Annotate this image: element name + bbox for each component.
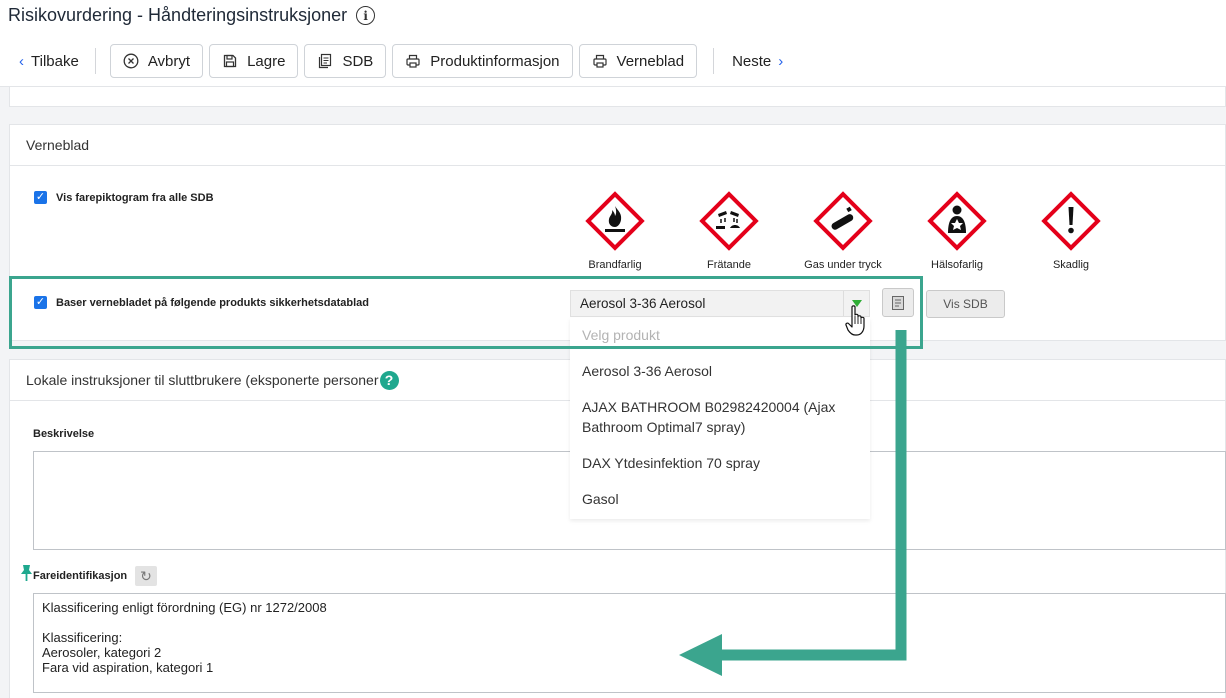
dropdown-option[interactable]: Gasol: [582, 489, 862, 509]
cancel-button[interactable]: Avbryt: [109, 44, 204, 78]
help-icon[interactable]: ?: [379, 370, 399, 390]
fareid-label: Fareidentifikasjon: [33, 570, 128, 582]
pictogram-label: Hälsofarlig: [931, 259, 983, 271]
pictogram-label: Brandfarlig: [588, 259, 642, 271]
back-label: Tilbake: [31, 52, 79, 70]
exclamation-icon: [1041, 191, 1101, 251]
page-header: Risikovurdering - Håndteringsinstruksjon…: [0, 0, 1226, 87]
page-title-text: Risikovurdering - Håndteringsinstruksjon…: [8, 5, 348, 25]
product-info-label: Produktinformasjon: [430, 52, 560, 70]
back-button[interactable]: ‹ Tilbake: [8, 44, 83, 78]
local-instructions-title: Lokale instruksjoner til sluttbrukere (e…: [26, 372, 379, 388]
pictogram-health-hazard: Hälsofarlig: [917, 190, 997, 271]
vis-sdb-button[interactable]: Vis SDB: [926, 290, 1005, 318]
save-icon: [223, 54, 237, 68]
verneblad-heading: Verneblad: [10, 125, 1225, 166]
beskrivelse-label: Beskrivelse: [33, 428, 95, 440]
pictogram-label: Gas under tryck: [804, 259, 882, 271]
save-button[interactable]: Lagre: [209, 44, 299, 78]
pictogram-harmful: Skadlig: [1031, 190, 1111, 271]
pictogram-flammable: Brandfarlig: [575, 190, 655, 271]
dropdown-option[interactable]: DAX Ytdesinfektion 70 spray: [582, 453, 862, 473]
save-label: Lagre: [247, 52, 286, 70]
pin-icon[interactable]: [20, 564, 33, 582]
page-title: Risikovurdering - Håndteringsinstruksjon…: [8, 5, 376, 26]
flame-icon: [585, 191, 645, 251]
documents-icon: [319, 53, 332, 69]
refresh-icon[interactable]: ↻: [135, 566, 157, 586]
toolbar-divider: [94, 48, 96, 74]
close-circle-icon: [123, 53, 139, 69]
info-icon[interactable]: i: [356, 6, 376, 25]
sdb-label: SDB: [342, 52, 374, 70]
dropdown-option[interactable]: AJAX BATHROOM B02982420004 (Ajax Bathroo…: [582, 397, 862, 437]
product-info-button[interactable]: Produktinformasjon: [392, 44, 573, 78]
show-pictograms-checkbox[interactable]: ✓: [34, 191, 47, 204]
printer-icon: [592, 54, 607, 68]
previous-section-card: [9, 87, 1226, 107]
pictogram-gas-under-pressure: Gas under tryck: [803, 190, 883, 271]
pictogram-corrosive: Frätande: [689, 190, 769, 271]
chevron-right-icon: ›: [778, 52, 784, 70]
verneblad-button[interactable]: Verneblad: [578, 44, 698, 78]
printer-icon: [406, 54, 420, 68]
health-hazard-icon: [927, 191, 987, 251]
cancel-label: Avbryt: [147, 52, 191, 70]
toolbar: ‹ Tilbake Avbryt Lagre SDB Produktinform…: [8, 44, 794, 78]
dropdown-option[interactable]: Aerosol 3-36 Aerosol: [582, 361, 862, 381]
corrosion-icon: [699, 191, 759, 251]
gas-cylinder-icon: [813, 191, 873, 251]
show-pictograms-row: ✓ Vis farepiktogram fra alle SDB: [34, 191, 214, 204]
show-pictograms-label: Vis farepiktogram fra alle SDB: [56, 191, 214, 204]
next-label: Neste: [732, 52, 772, 70]
toolbar-divider: [713, 48, 715, 74]
next-button[interactable]: Neste ›: [728, 44, 794, 78]
chevron-left-icon: ‹: [19, 52, 24, 70]
pictogram-label: Frätande: [706, 259, 752, 271]
highlight-frame: [9, 276, 923, 349]
sdb-button[interactable]: SDB: [304, 44, 387, 78]
pictogram-label: Skadlig: [1052, 259, 1090, 271]
verneblad-button-label: Verneblad: [616, 52, 685, 70]
fareid-text: Klassificering enligt förordning (EG) nr…: [42, 600, 327, 675]
